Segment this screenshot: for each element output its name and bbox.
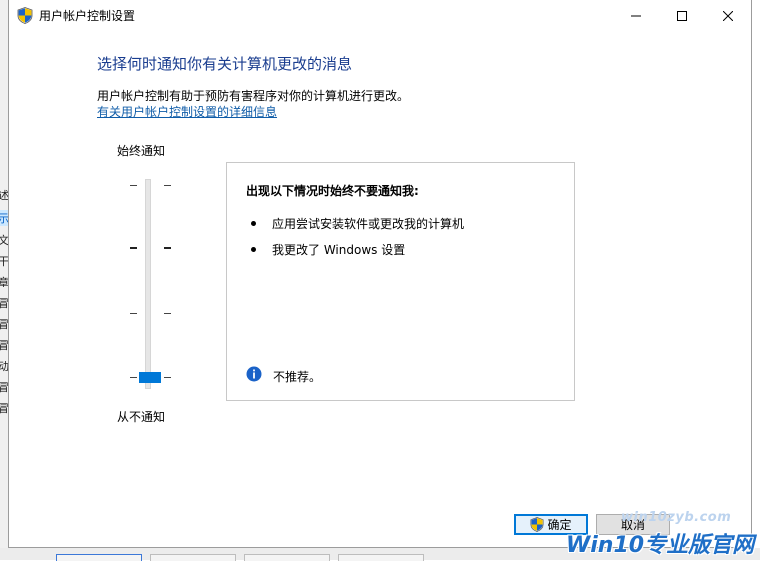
- notification-slider-thumb[interactable]: [139, 372, 161, 383]
- close-button[interactable]: [705, 0, 751, 31]
- background-text: 干: [0, 255, 8, 268]
- watermark-url: win10zyb.com: [621, 510, 732, 525]
- minimize-icon: [631, 15, 641, 16]
- panel-title: 出现以下情况时始终不要通知我:: [246, 184, 419, 198]
- uac-shield-icon: [17, 7, 33, 24]
- page-heading: 选择何时通知你有关计算机更改的消息: [97, 55, 353, 73]
- slider-tick: [164, 313, 171, 314]
- background-text: 述: [0, 189, 8, 202]
- slider-tick: [130, 247, 137, 249]
- background-text: 冒: [0, 318, 8, 331]
- background-text: 冒: [0, 297, 8, 310]
- bullet-item: 我更改了 Windows 设置: [272, 243, 406, 257]
- slider-tick: [164, 185, 171, 186]
- close-icon: [723, 10, 733, 21]
- slider-tick: [130, 185, 137, 186]
- info-icon: [246, 366, 262, 382]
- bullet-item: 应用尝试安装软件或更改我的计算机: [272, 217, 465, 231]
- description-panel: 出现以下情况时始终不要通知我: 应用尝试安装软件或更改我的计算机 我更改了 Wi…: [226, 162, 575, 401]
- window-title: 用户帐户控制设置: [39, 9, 136, 23]
- background-text: 示: [0, 210, 8, 226]
- background-text: 文: [0, 234, 8, 247]
- minimize-button[interactable]: [613, 0, 659, 31]
- background-text: 冒: [0, 339, 8, 352]
- background-text: 冒: [0, 381, 8, 394]
- learn-more-link[interactable]: 有关用户帐户控制设置的详细信息: [97, 103, 277, 120]
- background-text: 冒: [0, 402, 8, 415]
- watermark-brand: Win10专业版官网: [566, 533, 755, 558]
- uac-shield-icon: [531, 517, 544, 532]
- slider-tick: [164, 247, 171, 249]
- maximize-icon: [677, 10, 687, 21]
- slider-top-label: 始终通知: [117, 144, 166, 158]
- not-recommended-text: 不推荐。: [273, 370, 322, 384]
- slider-tick: [130, 377, 137, 378]
- maximize-button[interactable]: [659, 0, 705, 31]
- background-text: 动: [0, 360, 8, 373]
- slider-tick: [130, 313, 137, 314]
- slider-bottom-label: 从不通知: [117, 410, 166, 424]
- notification-slider-track[interactable]: [145, 179, 151, 389]
- description-text: 用户帐户控制有助于预防有害程序对你的计算机进行更改。: [97, 89, 410, 103]
- slider-tick: [164, 377, 171, 378]
- uac-settings-window: 用户帐户控制设置 选择何时通知你有关计算机更改的消息 用户帐户控制有助于预防有害…: [8, 0, 752, 548]
- title-bar[interactable]: 用户帐户控制设置: [9, 0, 751, 31]
- bullet-icon: [251, 247, 256, 252]
- bullet-icon: [251, 221, 256, 226]
- background-text: 章: [0, 276, 8, 289]
